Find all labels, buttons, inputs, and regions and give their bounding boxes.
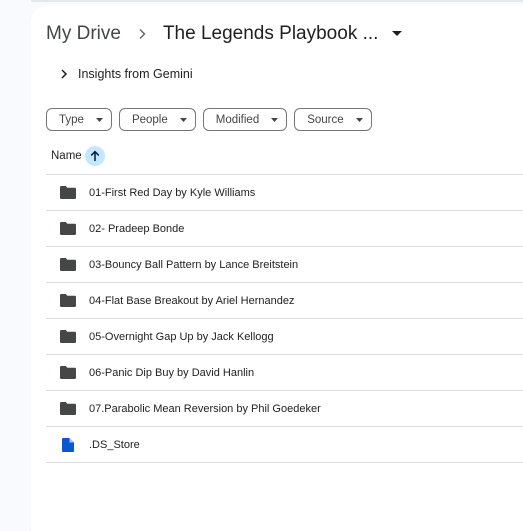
folder-icon [60, 329, 76, 345]
top-divider [31, 0, 523, 2]
filter-modified-label: Modified [215, 113, 260, 126]
filter-type-label: Type [59, 113, 84, 126]
filter-people-label: People [131, 113, 168, 126]
item-name: 01-First Red Day by Kyle Williams [89, 186, 256, 199]
item-name: 03-Bouncy Ball Pattern by Lance Breitste… [89, 258, 299, 271]
filter-bar: Type People Modified Source [46, 108, 372, 131]
filter-source-label: Source [307, 113, 344, 126]
list-item-folder[interactable]: 03-Bouncy Ball Pattern by Lance Breitste… [46, 247, 523, 283]
item-name: 02- Pradeep Bonde [89, 222, 185, 235]
breadcrumb: My Drive The Legends Playbook ... [46, 20, 403, 48]
filter-people-chip[interactable]: People [118, 108, 196, 131]
column-header-name-label: Name [51, 150, 82, 162]
folder-icon [60, 221, 76, 237]
folder-icon [60, 293, 76, 309]
breadcrumb-my-drive[interactable]: My Drive [46, 23, 121, 45]
chevron-right-icon [56, 69, 72, 79]
item-name: .DS_Store [89, 438, 140, 451]
column-header-name[interactable]: Name [51, 146, 105, 166]
filter-type-chip[interactable]: Type [46, 108, 112, 131]
list-item-file[interactable]: .DS_Store [46, 427, 523, 463]
folder-icon [60, 257, 76, 273]
list-item-folder[interactable]: 02- Pradeep Bonde [46, 211, 523, 247]
arrow-drop-down-icon[interactable] [392, 31, 403, 37]
item-name: 05-Overnight Gap Up by Jack Kellogg [89, 330, 274, 343]
folder-icon [60, 401, 76, 417]
arrow-drop-down-icon [355, 117, 363, 122]
insights-label: Insights from Gemini [78, 67, 193, 81]
item-name: 06-Panic Dip Buy by David Hanlin [89, 366, 255, 379]
filter-source-chip[interactable]: Source [294, 108, 372, 131]
breadcrumb-separator-icon [121, 28, 163, 40]
file-list: 01-First Red Day by Kyle Williams 02- Pr… [46, 174, 523, 463]
item-name: 07.Parabolic Mean Reversion by Phil Goed… [89, 402, 321, 415]
file-icon [60, 437, 76, 453]
arrow-upward-icon[interactable] [84, 146, 105, 166]
breadcrumb-current-folder[interactable]: The Legends Playbook ... [163, 23, 378, 45]
list-item-folder[interactable]: 04-Flat Base Breakout by Ariel Hernandez [46, 283, 523, 319]
filter-modified-chip[interactable]: Modified [202, 108, 288, 131]
list-item-folder[interactable]: 01-First Red Day by Kyle Williams [46, 175, 523, 211]
list-item-folder[interactable]: 06-Panic Dip Buy by David Hanlin [46, 355, 523, 391]
folder-icon [60, 185, 76, 201]
arrow-drop-down-icon [179, 117, 187, 122]
folder-icon [60, 365, 76, 381]
list-item-folder[interactable]: 07.Parabolic Mean Reversion by Phil Goed… [46, 391, 523, 427]
insights-from-gemini-toggle[interactable]: Insights from Gemini [56, 63, 193, 85]
list-item-folder[interactable]: 05-Overnight Gap Up by Jack Kellogg [46, 319, 523, 355]
arrow-drop-down-icon [95, 117, 103, 122]
item-name: 04-Flat Base Breakout by Ariel Hernandez [89, 294, 295, 307]
arrow-drop-down-icon [271, 117, 279, 122]
